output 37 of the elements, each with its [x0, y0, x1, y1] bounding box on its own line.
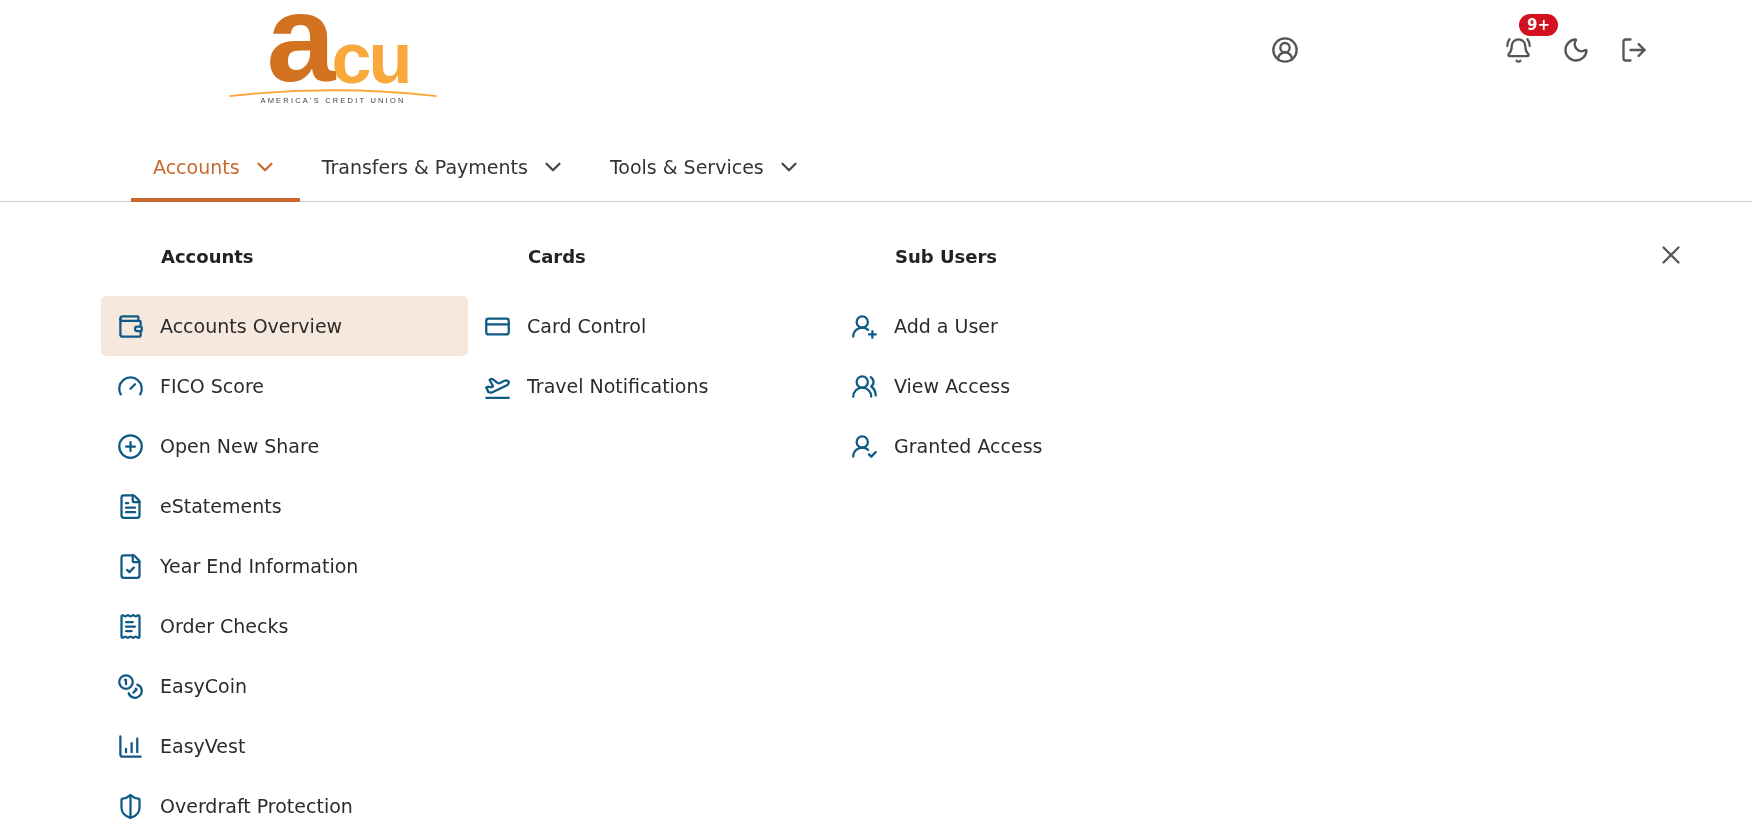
menu-heading: Cards: [527, 246, 587, 269]
menu-item[interactable]: EasyCoin: [101, 656, 468, 716]
logo-mark: a: [266, 0, 332, 88]
user-check-icon: [851, 432, 878, 460]
menu-heading: Accounts: [160, 246, 255, 269]
menu-item[interactable]: Granted Access: [835, 416, 1202, 476]
logout-icon[interactable]: [1620, 36, 1648, 64]
document-check-icon: [117, 552, 144, 580]
nav-tab[interactable]: Accounts: [131, 135, 300, 202]
notification-badge: 9+: [1519, 13, 1558, 36]
menu-item[interactable]: FICO Score: [101, 356, 468, 416]
receipt-icon: [117, 612, 144, 640]
menu-item[interactable]: Order Checks: [101, 596, 468, 656]
shield-icon: [117, 792, 144, 820]
menu-item[interactable]: Accounts Overview: [101, 296, 468, 356]
menu-item[interactable]: Card Control: [468, 296, 835, 356]
bar-chart-icon: [117, 732, 144, 760]
notification-bell-icon[interactable]: [1505, 36, 1532, 64]
menu-heading: Sub Users: [894, 246, 999, 269]
user-plus-icon: [851, 312, 878, 340]
moon-icon[interactable]: [1562, 36, 1590, 64]
coins-icon: [117, 672, 144, 700]
menu-item[interactable]: Travel Notifications: [468, 356, 835, 416]
nav-tab[interactable]: Transfers & Payments: [299, 135, 588, 202]
users-icon: [851, 372, 878, 400]
menu-item[interactable]: Year End Information: [101, 536, 468, 596]
menu-item[interactable]: Add a User: [835, 296, 1202, 356]
document-icon: [117, 492, 144, 520]
menu-item[interactable]: Overdraft Protection: [101, 776, 468, 836]
menu-item[interactable]: EasyVest: [101, 716, 468, 776]
menu-item[interactable]: eStatements: [101, 476, 468, 536]
plus-circle-icon: [117, 432, 144, 460]
profile-icon[interactable]: [1271, 36, 1299, 64]
wallet-icon: [117, 312, 144, 340]
menu-item[interactable]: Open New Share: [101, 416, 468, 476]
nav-tab[interactable]: Tools & Services: [587, 135, 824, 202]
menu-item[interactable]: View Access: [835, 356, 1202, 416]
